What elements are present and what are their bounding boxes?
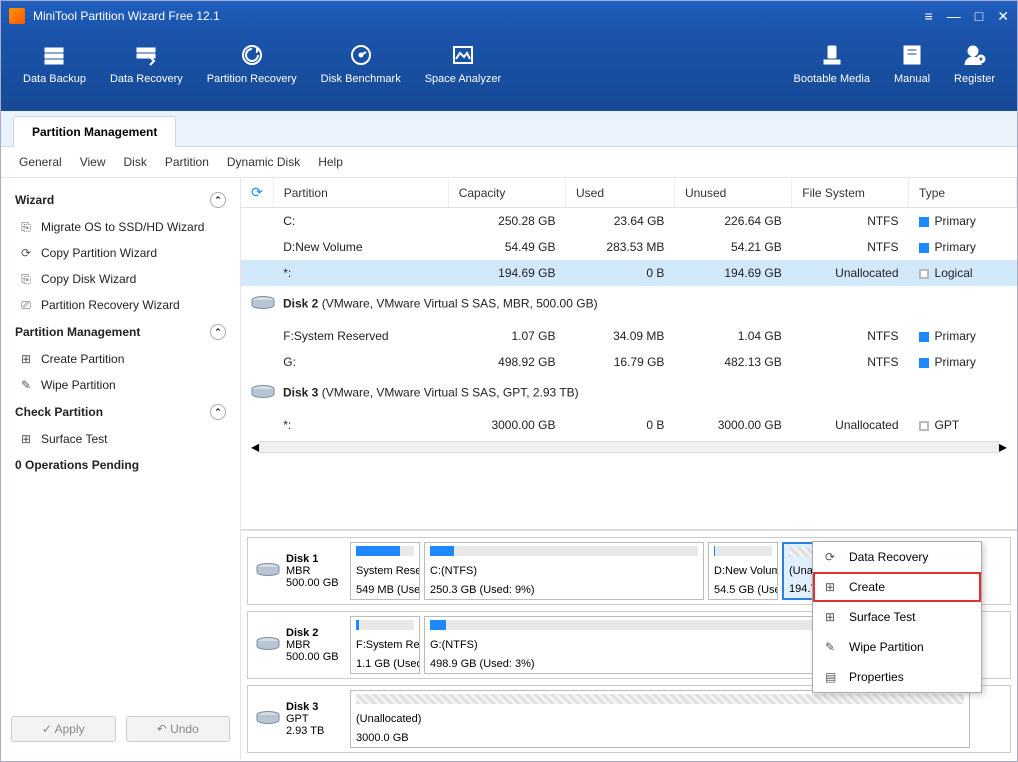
sidebar-section-pm[interactable]: Partition Management⌃ xyxy=(1,318,240,346)
sidebar-item[interactable]: ✎Wipe Partition xyxy=(1,372,240,398)
toolbar-disk-benchmark[interactable]: Disk Benchmark xyxy=(309,39,413,111)
sidebar-item[interactable]: ⟳Copy Partition Wizard xyxy=(1,240,240,266)
type-indicator-icon xyxy=(919,217,929,227)
type-indicator-icon xyxy=(919,421,929,431)
type-indicator-icon xyxy=(919,269,929,279)
menu-dynamic-disk[interactable]: Dynamic Disk xyxy=(227,155,300,169)
refresh-button[interactable]: ⟳ xyxy=(241,178,273,208)
disk-info[interactable]: Disk 1MBR500.00 GB xyxy=(252,542,346,600)
action-icon: ▤ xyxy=(825,670,839,684)
sidebar-item[interactable]: ⎘Copy Disk Wizard xyxy=(1,266,240,292)
toolbar-manual[interactable]: Manual xyxy=(882,39,942,111)
horizontal-scrollbar[interactable]: ◂▸ xyxy=(241,438,1017,456)
toolbar-register[interactable]: Register xyxy=(942,39,1007,111)
partition-block[interactable]: F:System Res1.1 GB (Used: xyxy=(350,616,420,674)
sidebar: Wizard⌃ ⎘Migrate OS to SSD/HD Wizard⟳Cop… xyxy=(1,178,241,760)
toolbar-partition-recovery[interactable]: Partition Recovery xyxy=(195,39,309,111)
context-item-wipe-partition[interactable]: ✎Wipe Partition xyxy=(813,632,981,662)
chevron-up-icon: ⌃ xyxy=(210,324,226,340)
type-indicator-icon xyxy=(919,358,929,368)
chevron-up-icon: ⌃ xyxy=(210,404,226,420)
action-icon: ⊞ xyxy=(825,580,839,594)
disk-header[interactable]: Disk 2 (VMware, VMware Virtual S SAS, MB… xyxy=(241,286,1017,323)
column-header[interactable]: Partition xyxy=(273,178,448,208)
column-header[interactable]: Used xyxy=(566,178,675,208)
partition-table: ⟳PartitionCapacityUsedUnusedFile SystemT… xyxy=(241,178,1017,438)
sidebar-item[interactable]: ⊞Surface Test xyxy=(1,426,240,452)
disk-info[interactable]: Disk 3GPT2.93 TB xyxy=(252,690,346,748)
action-icon: ⎚ xyxy=(19,298,33,312)
table-row[interactable]: D:New Volume54.49 GB283.53 MB54.21 GBNTF… xyxy=(241,234,1017,260)
disk-row: Disk 3GPT2.93 TB(Unallocated)3000.0 GB xyxy=(247,685,1011,753)
table-row[interactable]: *:194.69 GB0 B194.69 GBUnallocatedLogica… xyxy=(241,260,1017,286)
undo-button[interactable]: ↶ Undo xyxy=(126,716,231,742)
action-icon: ⟳ xyxy=(825,550,839,564)
context-item-surface-test[interactable]: ⊞Surface Test xyxy=(813,602,981,632)
action-icon: ⊞ xyxy=(19,432,33,446)
tab-bar: Partition Management xyxy=(1,111,1017,147)
menu-help[interactable]: Help xyxy=(318,155,343,169)
context-item-data-recovery[interactable]: ⟳Data Recovery xyxy=(813,542,981,572)
sidebar-item[interactable]: ⊞Create Partition xyxy=(1,346,240,372)
action-icon: ⊞ xyxy=(825,610,839,624)
context-item-create[interactable]: ⊞Create xyxy=(813,572,981,602)
action-icon: ✎ xyxy=(19,378,33,392)
menu-view[interactable]: View xyxy=(80,155,106,169)
toolbar-data-recovery[interactable]: Data Recovery xyxy=(98,39,195,111)
column-header[interactable]: Capacity xyxy=(448,178,565,208)
partition-block[interactable]: (Unallocated)3000.0 GB xyxy=(350,690,970,748)
type-indicator-icon xyxy=(919,332,929,342)
partition-block[interactable]: C:(NTFS)250.3 GB (Used: 9%) xyxy=(424,542,704,600)
sidebar-section-wizard[interactable]: Wizard⌃ xyxy=(1,186,240,214)
sidebar-item[interactable]: ⎚Partition Recovery Wizard xyxy=(1,292,240,318)
apply-button[interactable]: ✓ Apply xyxy=(11,716,116,742)
sidebar-item[interactable]: ⎘Migrate OS to SSD/HD Wizard xyxy=(1,214,240,240)
toolbar-data-backup[interactable]: Data Backup xyxy=(11,39,98,111)
sidebar-section-check[interactable]: Check Partition⌃ xyxy=(1,398,240,426)
minimize-button[interactable]: — xyxy=(947,8,961,25)
partition-block[interactable]: D:New Volum54.5 GB (Used xyxy=(708,542,778,600)
disk-header[interactable]: Disk 3 (VMware, VMware Virtual S SAS, GP… xyxy=(241,375,1017,412)
action-icon: ⎘ xyxy=(19,272,33,286)
app-title: MiniTool Partition Wizard Free 12.1 xyxy=(33,9,220,23)
column-header[interactable]: Type xyxy=(909,178,1017,208)
table-row[interactable]: F:System Reserved1.07 GB34.09 MB1.04 GBN… xyxy=(241,323,1017,349)
table-row[interactable]: G:498.92 GB16.79 GB482.13 GBNTFSPrimary xyxy=(241,349,1017,375)
title-bar: MiniTool Partition Wizard Free 12.1 ≡ — … xyxy=(1,1,1017,31)
partition-block[interactable]: System Reser549 MB (Used xyxy=(350,542,420,600)
close-button[interactable]: ✕ xyxy=(997,8,1009,25)
menu-disk[interactable]: Disk xyxy=(124,155,147,169)
disk-info[interactable]: Disk 2MBR500.00 GB xyxy=(252,616,346,674)
ops-pending: 0 Operations Pending xyxy=(1,452,240,478)
main-toolbar: Data BackupData RecoveryPartition Recove… xyxy=(1,31,1017,111)
action-icon: ⟳ xyxy=(19,246,33,260)
tab-partition-management[interactable]: Partition Management xyxy=(13,116,176,147)
menu-bar: General View Disk Partition Dynamic Disk Help xyxy=(1,147,1017,178)
menu-icon[interactable]: ≡ xyxy=(925,8,933,25)
column-header[interactable]: Unused xyxy=(674,178,791,208)
context-menu: ⟳Data Recovery⊞Create⊞Surface Test✎Wipe … xyxy=(812,541,982,693)
type-indicator-icon xyxy=(919,243,929,253)
app-logo-icon xyxy=(9,8,25,24)
menu-general[interactable]: General xyxy=(19,155,62,169)
table-row[interactable]: *:3000.00 GB0 B3000.00 GBUnallocatedGPT xyxy=(241,412,1017,438)
context-item-properties[interactable]: ▤Properties xyxy=(813,662,981,692)
column-header[interactable]: File System xyxy=(792,178,909,208)
action-icon: ⎘ xyxy=(19,220,33,234)
chevron-up-icon: ⌃ xyxy=(210,192,226,208)
table-row[interactable]: C:250.28 GB23.64 GB226.64 GBNTFSPrimary xyxy=(241,208,1017,235)
toolbar-space-analyzer[interactable]: Space Analyzer xyxy=(413,39,513,111)
toolbar-bootable-media[interactable]: Bootable Media xyxy=(782,39,882,111)
menu-partition[interactable]: Partition xyxy=(165,155,209,169)
action-icon: ⊞ xyxy=(19,352,33,366)
action-icon: ✎ xyxy=(825,640,839,654)
maximize-button[interactable]: □ xyxy=(975,8,983,25)
